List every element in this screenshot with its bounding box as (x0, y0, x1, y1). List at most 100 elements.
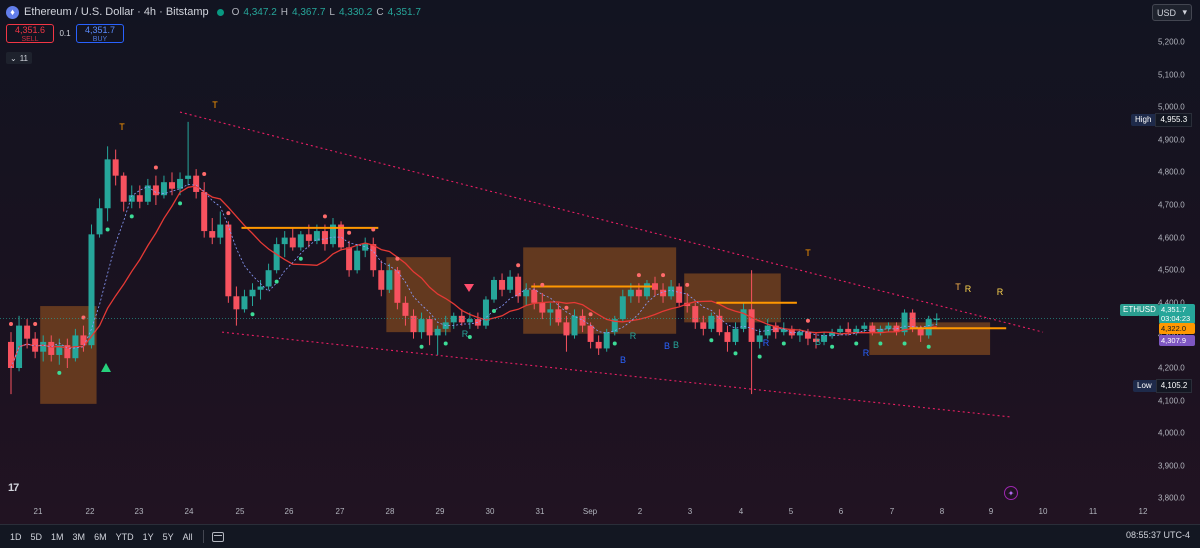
candle-body (643, 283, 650, 297)
high-marker: High 4,955.3 (1131, 113, 1193, 127)
candle-body (676, 286, 683, 303)
candle-body (257, 286, 264, 290)
signal-dot (854, 341, 859, 346)
time-tick: 28 (385, 507, 395, 516)
price-axis[interactable]: 5,200.0 5,100.0 5,000.0 4,900.0 4,800.0 4,700… (1110, 24, 1200, 503)
candle-body (209, 231, 216, 238)
range-button-5d[interactable]: 5D (31, 532, 43, 542)
price-chart[interactable]: TTTT R RRRRB BBB RR (0, 0, 1110, 500)
price-tick: 3,900.0 (1158, 461, 1185, 471)
clock[interactable]: 08:55:37 UTC-4 (1126, 530, 1190, 540)
candle-body (917, 328, 924, 336)
purple-level-tag: 4,307.9 (1159, 335, 1195, 346)
time-tick: 2 (637, 507, 643, 516)
signal-dot (636, 273, 641, 278)
candle-body (555, 309, 562, 323)
candle-body (40, 341, 47, 352)
time-tick: 29 (435, 507, 445, 516)
candle-body (796, 332, 803, 336)
range-button-1d[interactable]: 1D (10, 532, 22, 542)
candle-body (692, 306, 699, 323)
candle-body (201, 191, 208, 232)
candle-body (869, 325, 876, 333)
candle-body (531, 289, 538, 303)
signal-dot (902, 341, 907, 346)
time-axis[interactable]: 21 22 23 24 25 26 27 28 29 30 31 Sep 2 3 4 5 6 7 8 9 10 11 12 (0, 500, 1148, 524)
candle-body (217, 224, 224, 238)
signal-dot (250, 312, 255, 317)
time-tick: 31 (535, 507, 545, 516)
bar-countdown: 03:04:23 (1161, 314, 1191, 323)
candle-body (104, 159, 111, 209)
signal-dot (347, 230, 352, 235)
calendar-icon[interactable] (211, 531, 224, 542)
range-button-5y[interactable]: 5Y (163, 532, 174, 542)
signal-label: T (955, 282, 961, 292)
candle-body (152, 185, 159, 196)
range-button-3m[interactable]: 3M (73, 532, 86, 542)
signal-dot (467, 335, 472, 340)
signal-dot (153, 165, 158, 170)
time-tick: 30 (485, 507, 495, 516)
low-marker-label: Low (1133, 380, 1156, 392)
symbol-tag: ETHUSD (1120, 304, 1159, 316)
time-tick: 6 (838, 507, 844, 516)
time-tick: 21 (33, 507, 43, 516)
signal-dot (322, 214, 327, 219)
candle-body (305, 234, 312, 241)
time-tick: 27 (335, 507, 345, 516)
signal-label: T (805, 248, 811, 258)
candle-body (458, 315, 465, 323)
time-tick: 7 (889, 507, 895, 516)
signal-dot (57, 370, 62, 375)
candle-body (88, 234, 95, 346)
signal-label: R (965, 284, 972, 294)
candle-body (354, 250, 361, 271)
candle-body (563, 322, 570, 336)
currency-selector[interactable]: USD ▾ (1152, 4, 1192, 21)
signal-dot (757, 354, 762, 359)
signal-label: B (815, 337, 821, 347)
signal-dot (661, 273, 666, 278)
range-button-1y[interactable]: 1Y (143, 532, 154, 542)
moving-average-fast (10, 183, 937, 369)
price-tick: 5,000.0 (1158, 102, 1185, 112)
candle-body (523, 289, 530, 297)
candle-body (249, 289, 256, 297)
candle-body (418, 319, 425, 333)
candle-body (136, 195, 143, 202)
range-button-ytd[interactable]: YTD (116, 532, 134, 542)
candle-body (466, 319, 473, 323)
signal-dot (33, 321, 38, 326)
candle-body (861, 325, 868, 329)
candle-body (48, 341, 55, 355)
signal-dot (781, 341, 786, 346)
time-tick: 12 (1138, 507, 1148, 516)
candle-body (652, 283, 658, 290)
range-button-6m[interactable]: 6M (94, 532, 107, 542)
candle-body (96, 208, 103, 235)
range-button-1m[interactable]: 1M (51, 532, 64, 542)
signal-dot (298, 256, 303, 261)
bottom-toolbar: 1D 5D 1M 3M 6M YTD 1Y 5Y All 08:55:37 UTC-4 (0, 524, 1200, 548)
candle-body (378, 270, 385, 290)
time-tick: 5 (788, 507, 794, 516)
signal-dot (9, 321, 13, 326)
moving-average-slow (10, 185, 937, 369)
candle-body (885, 325, 892, 329)
candle-body (853, 328, 860, 333)
candle-body (321, 231, 328, 245)
signal-dot (516, 263, 521, 268)
tradingview-logo[interactable]: 17 (8, 482, 19, 494)
candle-body (450, 315, 457, 323)
chevron-down-icon: ▾ (1182, 7, 1187, 17)
candle-body (386, 270, 393, 290)
supply-zone-3 (684, 273, 781, 323)
ai-assistant-icon[interactable]: ✦ (1004, 486, 1018, 500)
signal-dot (274, 279, 279, 284)
candle-body (370, 244, 377, 271)
candle-body (273, 244, 280, 271)
range-button-all[interactable]: All (183, 532, 193, 542)
price-tick: 4,500.0 (1158, 265, 1185, 275)
candle-body (185, 175, 192, 179)
